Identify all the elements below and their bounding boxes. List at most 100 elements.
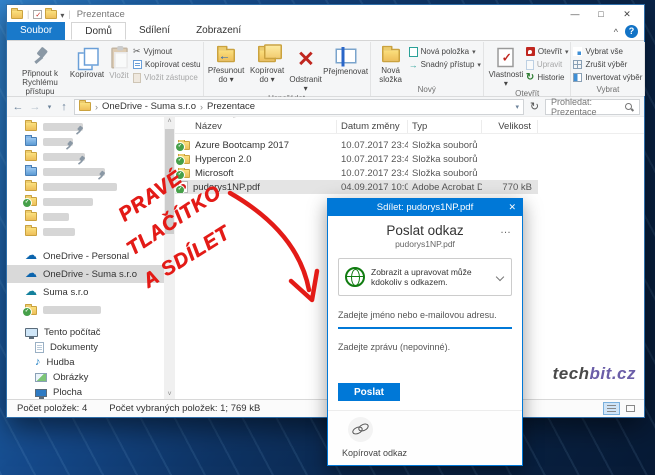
new-folder-icon bbox=[382, 49, 400, 63]
column-header-typ[interactable]: Typ bbox=[408, 120, 482, 133]
tab-sd-len[interactable]: Sdílení bbox=[126, 22, 183, 40]
ribbon-button-kop-rovat-cestu[interactable]: Kopírovat cestu bbox=[133, 58, 201, 71]
file-row-microsoft[interactable]: Microsoft10.07.2017 23:48Složka souborů bbox=[175, 166, 538, 180]
maximize-button[interactable]: □ bbox=[588, 6, 614, 22]
tab-dom[interactable]: Domů bbox=[71, 22, 126, 40]
dialog-title-bar: Sdílet: pudorys1NP.pdf ✕ bbox=[328, 199, 522, 216]
share-dialog: Sdílet: pudorys1NP.pdf ✕ Poslat odkaz … … bbox=[327, 198, 523, 466]
forward-icon[interactable]: → bbox=[28, 101, 42, 113]
ribbon-button-snadn-p-stup[interactable]: Snadný přístup▾ bbox=[409, 58, 481, 71]
chevron-down-icon bbox=[496, 273, 504, 281]
ribbon-group-nov: Nová složkaNová položka▾Snadný přístup▾N… bbox=[371, 42, 484, 96]
sidebar-item-tento-po-ta[interactable]: Tento počítač bbox=[7, 325, 175, 340]
select-all-icon bbox=[573, 47, 582, 56]
ribbon-tabs: Soubor DomůSdíleníZobrazení ^ ? bbox=[7, 23, 644, 41]
more-options-icon[interactable]: … bbox=[500, 224, 512, 236]
scroll-down-icon[interactable]: ˅ bbox=[164, 391, 175, 398]
recipient-input[interactable]: Zadejte jméno nebo e-mailovou adresu. bbox=[338, 310, 512, 329]
minimize-button[interactable]: — bbox=[562, 6, 588, 22]
ribbon-button-odstranit[interactable]: Odstranit ▾ bbox=[288, 42, 324, 93]
address-dropdown-icon[interactable]: ▾ bbox=[515, 103, 519, 111]
computer-icon bbox=[25, 328, 38, 337]
window-title: Prezentace bbox=[77, 9, 125, 20]
ribbon-group-uspo-dat: Přesunout do ▾Kopírovat do ▾Odstranit ▾P… bbox=[204, 42, 371, 96]
column-header-datum-zm-ny[interactable]: Datum změny bbox=[337, 120, 408, 133]
sidebar-item-dokumenty[interactable]: Dokumenty bbox=[7, 340, 175, 355]
ribbon-button-zru-it-v-b-r[interactable]: Zrušit výběr bbox=[573, 58, 642, 71]
folder-small-icon bbox=[45, 10, 57, 19]
tab-zobrazen[interactable]: Zobrazení bbox=[183, 22, 254, 40]
ribbon-button-upravit[interactable]: Upravit bbox=[526, 58, 569, 71]
search-placeholder: Prohledat: Prezentace bbox=[551, 97, 624, 117]
scroll-up-icon[interactable]: ˄ bbox=[164, 118, 175, 125]
breadcrumb[interactable]: ›OneDrive - Suma s.r.o›Prezentace ▾ bbox=[74, 99, 524, 115]
ribbon-group-schr-nka: Připnout k Rychlému přístupuKopírovatVlo… bbox=[9, 42, 204, 96]
folder-yellow-icon bbox=[25, 122, 37, 131]
paste-shortcut-icon bbox=[133, 73, 141, 83]
dialog-close-icon[interactable]: ✕ bbox=[508, 199, 516, 216]
ribbon-button-vlo-it-z-stupce[interactable]: Vložit zástupce bbox=[133, 71, 201, 84]
collapse-ribbon-icon[interactable]: ^ bbox=[614, 27, 618, 37]
file-row-pudorys1np-pdf[interactable]: pudorys1NP.pdf04.09.2017 10:05Adobe Acro… bbox=[175, 180, 538, 194]
properties-small-icon bbox=[33, 10, 42, 19]
ribbon-button-vlastnosti[interactable]: Vlastnosti ▾ bbox=[486, 42, 526, 88]
copy-icon bbox=[77, 48, 97, 68]
breadcrumb-item-onedrive-suma-s-r-o[interactable]: OneDrive - Suma s.r.o bbox=[102, 101, 196, 112]
help-icon[interactable]: ? bbox=[625, 25, 638, 38]
up-icon[interactable]: ↑ bbox=[57, 101, 71, 113]
sidebar-item-blurred[interactable] bbox=[7, 134, 175, 149]
ribbon-button-historie[interactable]: Historie bbox=[526, 71, 569, 84]
sidebar-item-plocha[interactable]: Plocha bbox=[7, 385, 175, 399]
folder-yellow-icon bbox=[25, 182, 37, 191]
column-header-velikost[interactable]: Velikost bbox=[482, 120, 538, 133]
delete-icon bbox=[297, 47, 315, 74]
back-icon[interactable]: ← bbox=[11, 101, 25, 113]
copy-link-button[interactable] bbox=[348, 417, 373, 442]
sidebar-item-blurred[interactable] bbox=[7, 301, 175, 319]
file-row-hypercon-2-0[interactable]: Hypercon 2.010.07.2017 23:48Složka soubo… bbox=[175, 152, 538, 166]
onedrive-cloud-icon bbox=[25, 268, 37, 280]
ribbon-button-otev-t[interactable]: Otevřít▾ bbox=[526, 45, 569, 58]
ribbon-button-p-esunout-do[interactable]: Přesunout do ▾ bbox=[206, 42, 247, 93]
dialog-footer: Kopírovat odkaz bbox=[328, 410, 522, 465]
history-icon bbox=[526, 72, 534, 83]
ribbon-button-nov-slo-ka[interactable]: Nová složka bbox=[373, 42, 409, 84]
ribbon-button-vlo-it[interactable]: Vložit bbox=[105, 42, 133, 96]
folder-synced-icon bbox=[178, 141, 190, 150]
close-button[interactable]: ✕ bbox=[614, 6, 640, 22]
site-cloud-icon bbox=[25, 286, 37, 298]
breadcrumb-item-prezentace[interactable]: Prezentace bbox=[207, 101, 255, 112]
sidebar-item-blurred[interactable] bbox=[7, 119, 175, 134]
column-header-n-zev[interactable]: Název bbox=[175, 120, 337, 133]
ribbon-button-kop-rovat-do[interactable]: Kopírovat do ▾ bbox=[247, 42, 288, 93]
properties-icon bbox=[498, 48, 515, 68]
thumbnails-view-button[interactable] bbox=[622, 402, 639, 415]
ribbon-button-invertovat-v-b-r[interactable]: Invertovat výběr bbox=[573, 71, 642, 84]
link-permission-selector[interactable]: Zobrazit a upravovat může kdokoliv s odk… bbox=[338, 258, 512, 296]
sidebar-item-blurred[interactable] bbox=[7, 149, 175, 164]
ribbon-button-p-ejmenovat[interactable]: Přejmenovat bbox=[324, 42, 368, 93]
recent-locations-icon[interactable]: ▾ bbox=[45, 103, 54, 111]
message-input[interactable]: Zadejte zprávu (nepovinné). bbox=[338, 342, 512, 352]
ribbon-button-vyjmout[interactable]: Vyjmout bbox=[133, 45, 201, 58]
folder-yellow-icon bbox=[25, 152, 37, 161]
ribbon-button-kop-rovat[interactable]: Kopírovat bbox=[69, 42, 105, 96]
dropdown-icon bbox=[60, 5, 64, 23]
sidebar-item-obr-zky[interactable]: Obrázky bbox=[7, 370, 175, 385]
file-row-azure-bootcamp-2017[interactable]: Azure Bootcamp 201710.07.2017 23:48Složk… bbox=[175, 138, 538, 152]
sidebar-item-blurred[interactable] bbox=[7, 164, 175, 179]
ribbon-button-nov-polo-ka[interactable]: Nová položka▾ bbox=[409, 45, 481, 58]
ribbon-button-p-ipnout-k-rychl-mu-p-stupu[interactable]: Připnout k Rychlému přístupu bbox=[11, 42, 69, 96]
tab-soubor[interactable]: Soubor bbox=[7, 22, 65, 40]
send-button[interactable]: Poslat bbox=[338, 383, 400, 401]
refresh-icon[interactable]: ↻ bbox=[527, 100, 542, 113]
search-input[interactable]: Prohledat: Prezentace bbox=[545, 99, 640, 115]
copy-path-icon bbox=[133, 60, 142, 69]
desktop-icon bbox=[35, 389, 47, 397]
details-view-button[interactable] bbox=[603, 402, 620, 415]
sidebar-item-hudba[interactable]: Hudba bbox=[7, 355, 175, 370]
ribbon-button-vybrat-v-e[interactable]: Vybrat vše bbox=[573, 45, 642, 58]
folder-small-icon bbox=[11, 10, 23, 19]
folder-synced-icon bbox=[178, 155, 190, 164]
window-controls: — □ ✕ bbox=[562, 6, 640, 22]
